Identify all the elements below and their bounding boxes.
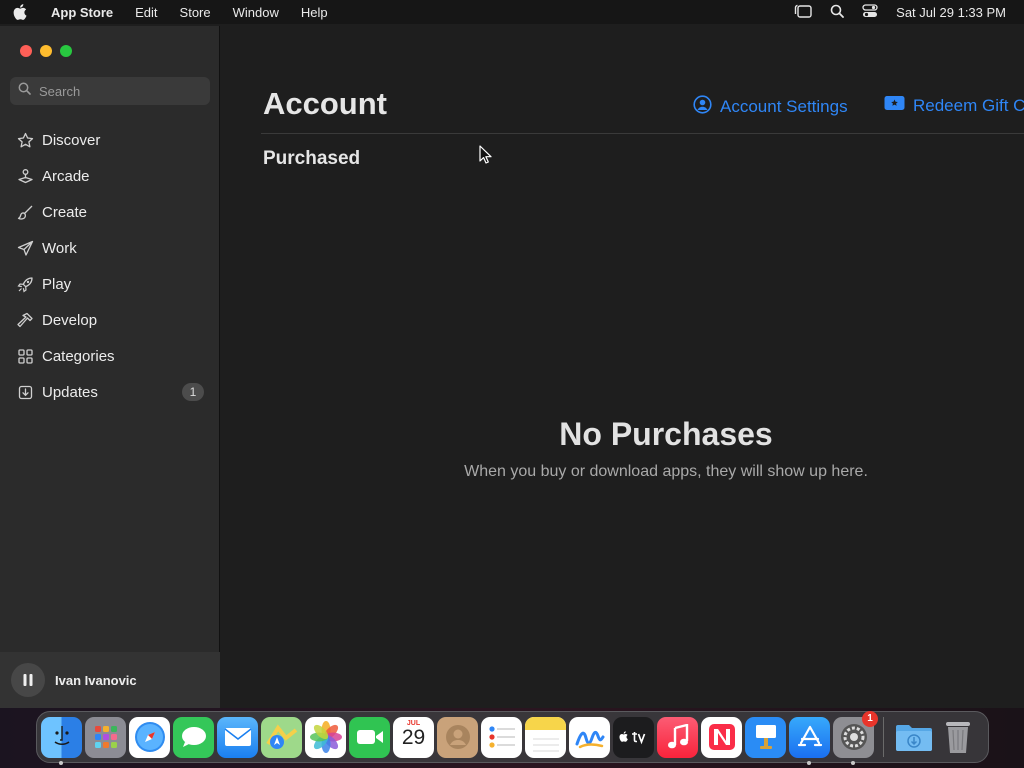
sidebar-item-discover[interactable]: Discover	[0, 122, 220, 158]
star-icon	[16, 131, 34, 149]
calendar-dock-icon[interactable]: JUL 29	[393, 716, 434, 758]
mail-dock-icon[interactable]	[217, 716, 258, 758]
gift-card-icon	[884, 95, 905, 116]
trash-dock-icon[interactable]	[937, 717, 978, 758]
downloads-folder-dock-icon[interactable]	[893, 717, 934, 758]
app-store-dock-icon[interactable]	[789, 716, 830, 765]
sidebar-item-label: Discover	[42, 131, 101, 149]
avatar	[11, 663, 45, 697]
sidebar-item-arcade[interactable]: Arcade	[0, 158, 220, 194]
brush-icon	[16, 203, 34, 221]
redeem-gift-card-link[interactable]: Redeem Gift Card	[884, 95, 1024, 116]
grid-icon	[16, 347, 34, 365]
account-name: Ivan Ivanovic	[55, 672, 137, 688]
window-controls	[20, 45, 72, 57]
app-name-menu[interactable]: App Store	[40, 5, 124, 20]
contacts-dock-icon[interactable]	[437, 716, 478, 758]
sidebar-item-label: Develop	[42, 311, 98, 329]
running-indicator	[807, 760, 811, 765]
running-indicator	[59, 760, 63, 765]
sidebar: Discover Arcade Create Work	[0, 26, 220, 708]
spotlight-search-icon[interactable]	[830, 4, 845, 21]
person-circle-icon	[693, 95, 712, 119]
sidebar-item-label: Categories	[42, 347, 115, 365]
redeem-gift-card-label: Redeem Gift Card	[913, 95, 1024, 115]
sidebar-item-play[interactable]: Play	[0, 266, 220, 302]
empty-state: No Purchases When you buy or download ap…	[221, 416, 1024, 481]
safari-dock-icon[interactable]	[129, 716, 170, 758]
music-dock-icon[interactable]	[657, 716, 698, 758]
minimize-window-button[interactable]	[40, 45, 52, 57]
sidebar-item-create[interactable]: Create	[0, 194, 220, 230]
reminders-dock-icon[interactable]	[481, 716, 522, 758]
menu-bar-clock[interactable]: Sat Jul 29 1:33 PM	[896, 5, 1006, 20]
sidebar-item-categories[interactable]: Categories	[0, 338, 220, 374]
app-store-window: Discover Arcade Create Work	[0, 26, 1024, 708]
sidebar-item-updates[interactable]: Updates 1	[0, 374, 220, 410]
sidebar-item-label: Work	[42, 239, 77, 257]
keynote-dock-icon[interactable]	[745, 716, 786, 758]
news-dock-icon[interactable]	[701, 716, 742, 758]
running-indicator	[851, 760, 855, 765]
download-tray-icon	[16, 383, 34, 401]
sidebar-item-work[interactable]: Work	[0, 230, 220, 266]
facetime-dock-icon[interactable]	[349, 716, 390, 758]
freeform-dock-icon[interactable]	[569, 716, 610, 758]
sidebar-nav: Discover Arcade Create Work Play Develop…	[0, 122, 220, 410]
header-divider	[261, 133, 1024, 134]
main-content: Account Account Settings Redeem Gift Car…	[221, 26, 1024, 708]
stage-manager-icon[interactable]	[794, 4, 812, 21]
updates-count-badge: 1	[182, 383, 204, 401]
window-menu[interactable]: Window	[222, 5, 290, 20]
joystick-icon	[16, 167, 34, 185]
account-settings-link[interactable]: Account Settings	[693, 95, 848, 119]
sidebar-item-label: Updates	[42, 383, 98, 401]
hammer-icon	[16, 311, 34, 329]
system-settings-dock-icon[interactable]: 1	[833, 710, 878, 765]
dock: JUL 29 1	[36, 710, 989, 765]
search-icon	[18, 82, 31, 100]
dock-separator	[883, 717, 884, 757]
apple-tv-dock-icon[interactable]	[613, 716, 654, 758]
notification-badge: 1	[862, 710, 878, 727]
sidebar-item-label: Create	[42, 203, 88, 221]
empty-state-title: No Purchases	[559, 416, 773, 452]
sidebar-item-label: Arcade	[42, 167, 90, 185]
purchased-section-title: Purchased	[263, 148, 361, 169]
rocket-icon	[16, 275, 34, 293]
messages-dock-icon[interactable]	[173, 716, 214, 758]
launchpad-dock-icon[interactable]	[85, 716, 126, 758]
photos-dock-icon[interactable]	[305, 716, 346, 758]
menu-bar: App Store Edit Store Window Help Sat Jul…	[0, 0, 1024, 24]
sidebar-item-develop[interactable]: Develop	[0, 302, 220, 338]
store-menu[interactable]: Store	[169, 5, 222, 20]
maps-dock-icon[interactable]	[261, 716, 302, 758]
search-field[interactable]	[10, 77, 210, 105]
account-button[interactable]: Ivan Ivanovic	[0, 652, 220, 708]
apple-menu-icon[interactable]	[0, 4, 40, 20]
calendar-day: 29	[401, 725, 426, 749]
empty-state-message: When you buy or download apps, they will…	[464, 463, 868, 480]
help-menu[interactable]: Help	[290, 5, 339, 20]
edit-menu[interactable]: Edit	[124, 5, 168, 20]
finder-dock-icon[interactable]	[41, 716, 82, 765]
page-title: Account	[263, 86, 387, 121]
mouse-pointer-icon	[479, 145, 492, 169]
account-settings-label: Account Settings	[720, 97, 848, 116]
notes-dock-icon[interactable]	[525, 716, 566, 758]
search-input[interactable]	[39, 83, 199, 99]
sidebar-item-label: Play	[42, 275, 72, 293]
control-center-icon[interactable]	[862, 3, 878, 21]
close-window-button[interactable]	[20, 45, 32, 57]
zoom-window-button[interactable]	[60, 45, 72, 57]
paper-plane-icon	[16, 239, 34, 257]
